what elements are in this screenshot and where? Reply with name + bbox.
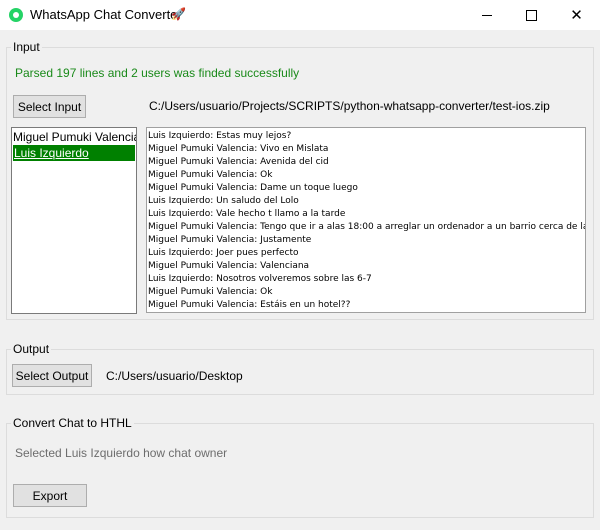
close-button[interactable]: ✕ <box>554 0 599 30</box>
convert-group <box>6 423 594 518</box>
chat-preview[interactable]: Luis Izquierdo: Estas muy lejos? Miguel … <box>146 127 586 313</box>
chat-line: Luis Izquierdo: Estas muy lejos? <box>148 131 292 141</box>
user-item-selected[interactable]: Luis Izquierdo <box>13 145 135 161</box>
chat-line: Miguel Pumuki Valencia: Ok <box>148 170 273 180</box>
owner-status: Selected Luis Izquierdo how chat owner <box>15 446 228 460</box>
chat-line: Miguel Pumuki Valencia: Dame un toque lu… <box>148 183 358 193</box>
input-group-title: Input <box>11 40 42 54</box>
convert-group-title: Convert Chat to HTHL <box>11 416 134 430</box>
chat-line: Miguel Pumuki Valencia: Estáis en un hot… <box>148 300 351 310</box>
chat-line: Miguel Pumuki Valencia: Valenciana <box>148 261 310 271</box>
chat-line: Miguel Pumuki Valencia: Tengo que ir a a… <box>148 222 586 232</box>
select-input-button[interactable]: Select Input <box>13 95 86 118</box>
close-icon: ✕ <box>570 7 583 24</box>
chat-line: Miguel Pumuki Valencia: Justamente <box>148 235 312 245</box>
maximize-button[interactable] <box>509 0 554 30</box>
input-path: C:/Users/usuario/Projects/SCRIPTS/python… <box>149 99 550 113</box>
minimize-button[interactable] <box>464 0 509 30</box>
output-group <box>6 349 594 395</box>
title-bar: WhatsApp Chat Converter 🚀 ✕ <box>0 0 600 30</box>
chat-line: Miguel Pumuki Valencia: Ok <box>148 287 273 297</box>
user-item[interactable]: Miguel Pumuki Valencia <box>12 129 136 145</box>
chat-line: Luis Izquierdo: Vale hecho t llamo a la … <box>148 209 346 219</box>
minimize-icon <box>481 14 492 16</box>
parse-status: Parsed 197 lines and 2 users was finded … <box>15 66 300 80</box>
users-list[interactable]: Miguel Pumuki Valencia Luis Izquierdo <box>11 127 137 314</box>
chat-line: Luis Izquierdo: Un saludo del Lolo <box>148 196 299 206</box>
window-title: WhatsApp Chat Converter <box>30 7 182 22</box>
maximize-icon <box>526 9 537 21</box>
chat-line: Luis Izquierdo: Nosotros volveremos sobr… <box>148 274 372 284</box>
chat-line: Miguel Pumuki Valencia: Vivo en Mislata <box>148 144 329 154</box>
select-output-button[interactable]: Select Output <box>12 364 92 387</box>
rocket-icon: 🚀 <box>171 7 186 21</box>
chat-line: Luis Izquierdo: Joer pues perfecto <box>148 248 299 258</box>
whatsapp-icon <box>9 8 23 22</box>
output-group-title: Output <box>11 342 52 356</box>
output-path: C:/Users/usuario/Desktop <box>106 369 243 383</box>
chat-line: Miguel Pumuki Valencia: Avenida del cid <box>148 157 329 167</box>
export-button[interactable]: Export <box>13 484 87 507</box>
